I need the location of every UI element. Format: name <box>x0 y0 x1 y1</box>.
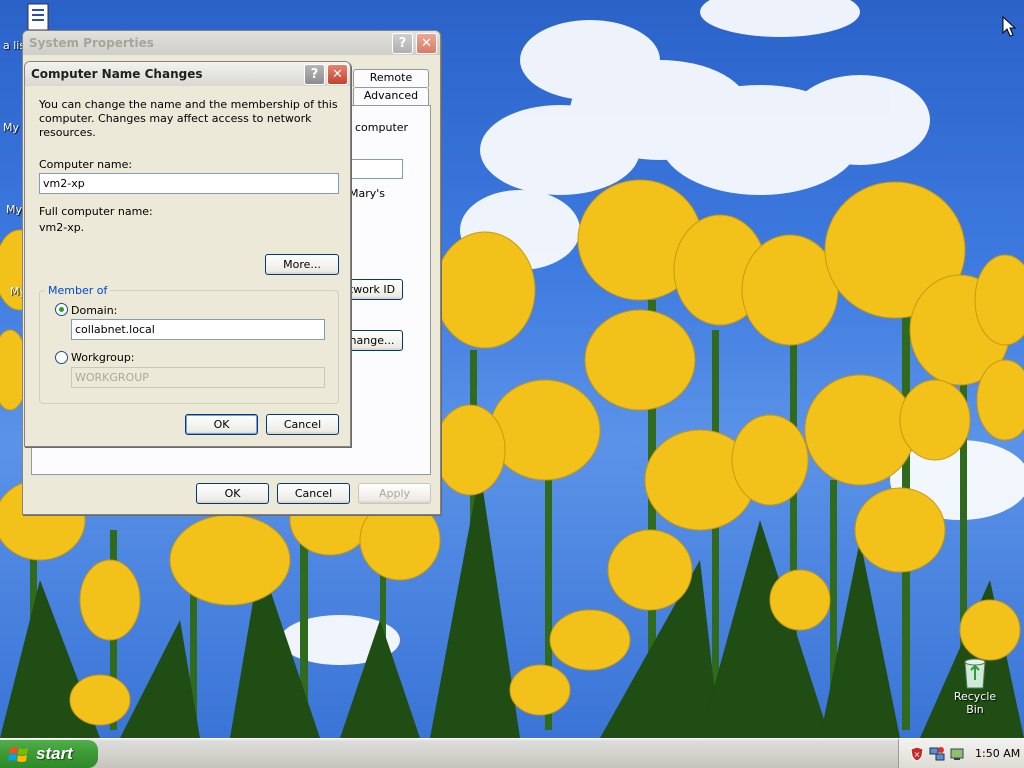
window-title: System Properties <box>29 36 154 50</box>
security-shield-icon[interactable]: × <box>909 745 925 762</box>
close-button[interactable]: ✕ <box>416 33 437 54</box>
computer-name-input[interactable] <box>39 173 339 194</box>
full-computer-name-label: Full computer name: <box>39 205 153 218</box>
computer-name-label: Computer name: <box>39 158 133 171</box>
system-ok-button[interactable]: OK <box>196 483 269 504</box>
help-button[interactable]: ? <box>392 33 413 54</box>
radio-dot-icon <box>59 307 64 312</box>
svg-text:×: × <box>914 750 921 759</box>
network-icon[interactable] <box>929 746 945 762</box>
dialog-help-button[interactable]: ? <box>304 64 325 85</box>
tab-advanced[interactable]: Advanced <box>353 87 429 105</box>
close-icon: ✕ <box>421 36 432 51</box>
workgroup-input[interactable] <box>71 367 325 388</box>
cancel-button[interactable]: Cancel <box>266 414 339 435</box>
help-icon: ? <box>398 36 407 51</box>
clock[interactable]: 1:50 AM <box>975 747 1020 760</box>
domain-label: Domain: <box>71 304 118 317</box>
dialog-title: Computer Name Changes <box>31 67 203 81</box>
ok-button[interactable]: OK <box>185 414 258 435</box>
desktop-icon-recycle-bin[interactable]: Recycle Bin <box>944 656 1006 716</box>
more-button[interactable]: More... <box>265 254 339 275</box>
apply-button[interactable]: Apply <box>358 483 431 504</box>
document-icon <box>27 3 49 31</box>
workgroup-radio[interactable] <box>55 351 68 364</box>
connection-icon[interactable] <box>949 746 965 762</box>
dialog-titlebar[interactable]: Computer Name Changes ? ✕ <box>25 62 350 86</box>
member-of-label: Member of <box>45 284 111 297</box>
start-button[interactable]: start <box>0 740 98 768</box>
domain-input[interactable] <box>71 319 325 340</box>
mouse-cursor-icon <box>1002 16 1016 37</box>
taskbar: start × 1:50 AM <box>0 738 1024 768</box>
computer-description-input[interactable] <box>349 159 403 179</box>
computer-description-text: computer <box>355 121 409 134</box>
tab-remote[interactable]: Remote <box>353 69 429 87</box>
windows-logo-icon <box>8 747 28 762</box>
full-computer-name-value: vm2-xp. <box>39 221 85 234</box>
recycle-bin-label: Recycle Bin <box>953 690 997 716</box>
start-label: start <box>36 744 73 763</box>
domain-radio[interactable] <box>55 303 68 316</box>
workgroup-label: Workgroup: <box>71 351 135 364</box>
recycle-bin-icon <box>964 658 986 689</box>
system-tray: × 1:50 AM <box>898 739 1024 768</box>
system-cancel-button[interactable]: Cancel <box>277 483 350 504</box>
help-icon: ? <box>310 67 319 82</box>
dialog-description: You can change the name and the membersh… <box>39 98 338 139</box>
close-icon: ✕ <box>332 67 343 82</box>
dialog-close-button[interactable]: ✕ <box>327 64 348 85</box>
desktop-icon-my-computer[interactable]: My <box>6 203 22 216</box>
computer-name-changes-dialog: Computer Name Changes ? ✕ You can change… <box>24 61 351 447</box>
system-properties-titlebar[interactable]: System Properties ? ✕ <box>23 31 440 55</box>
workgroup-text: Mary's <box>349 187 386 200</box>
